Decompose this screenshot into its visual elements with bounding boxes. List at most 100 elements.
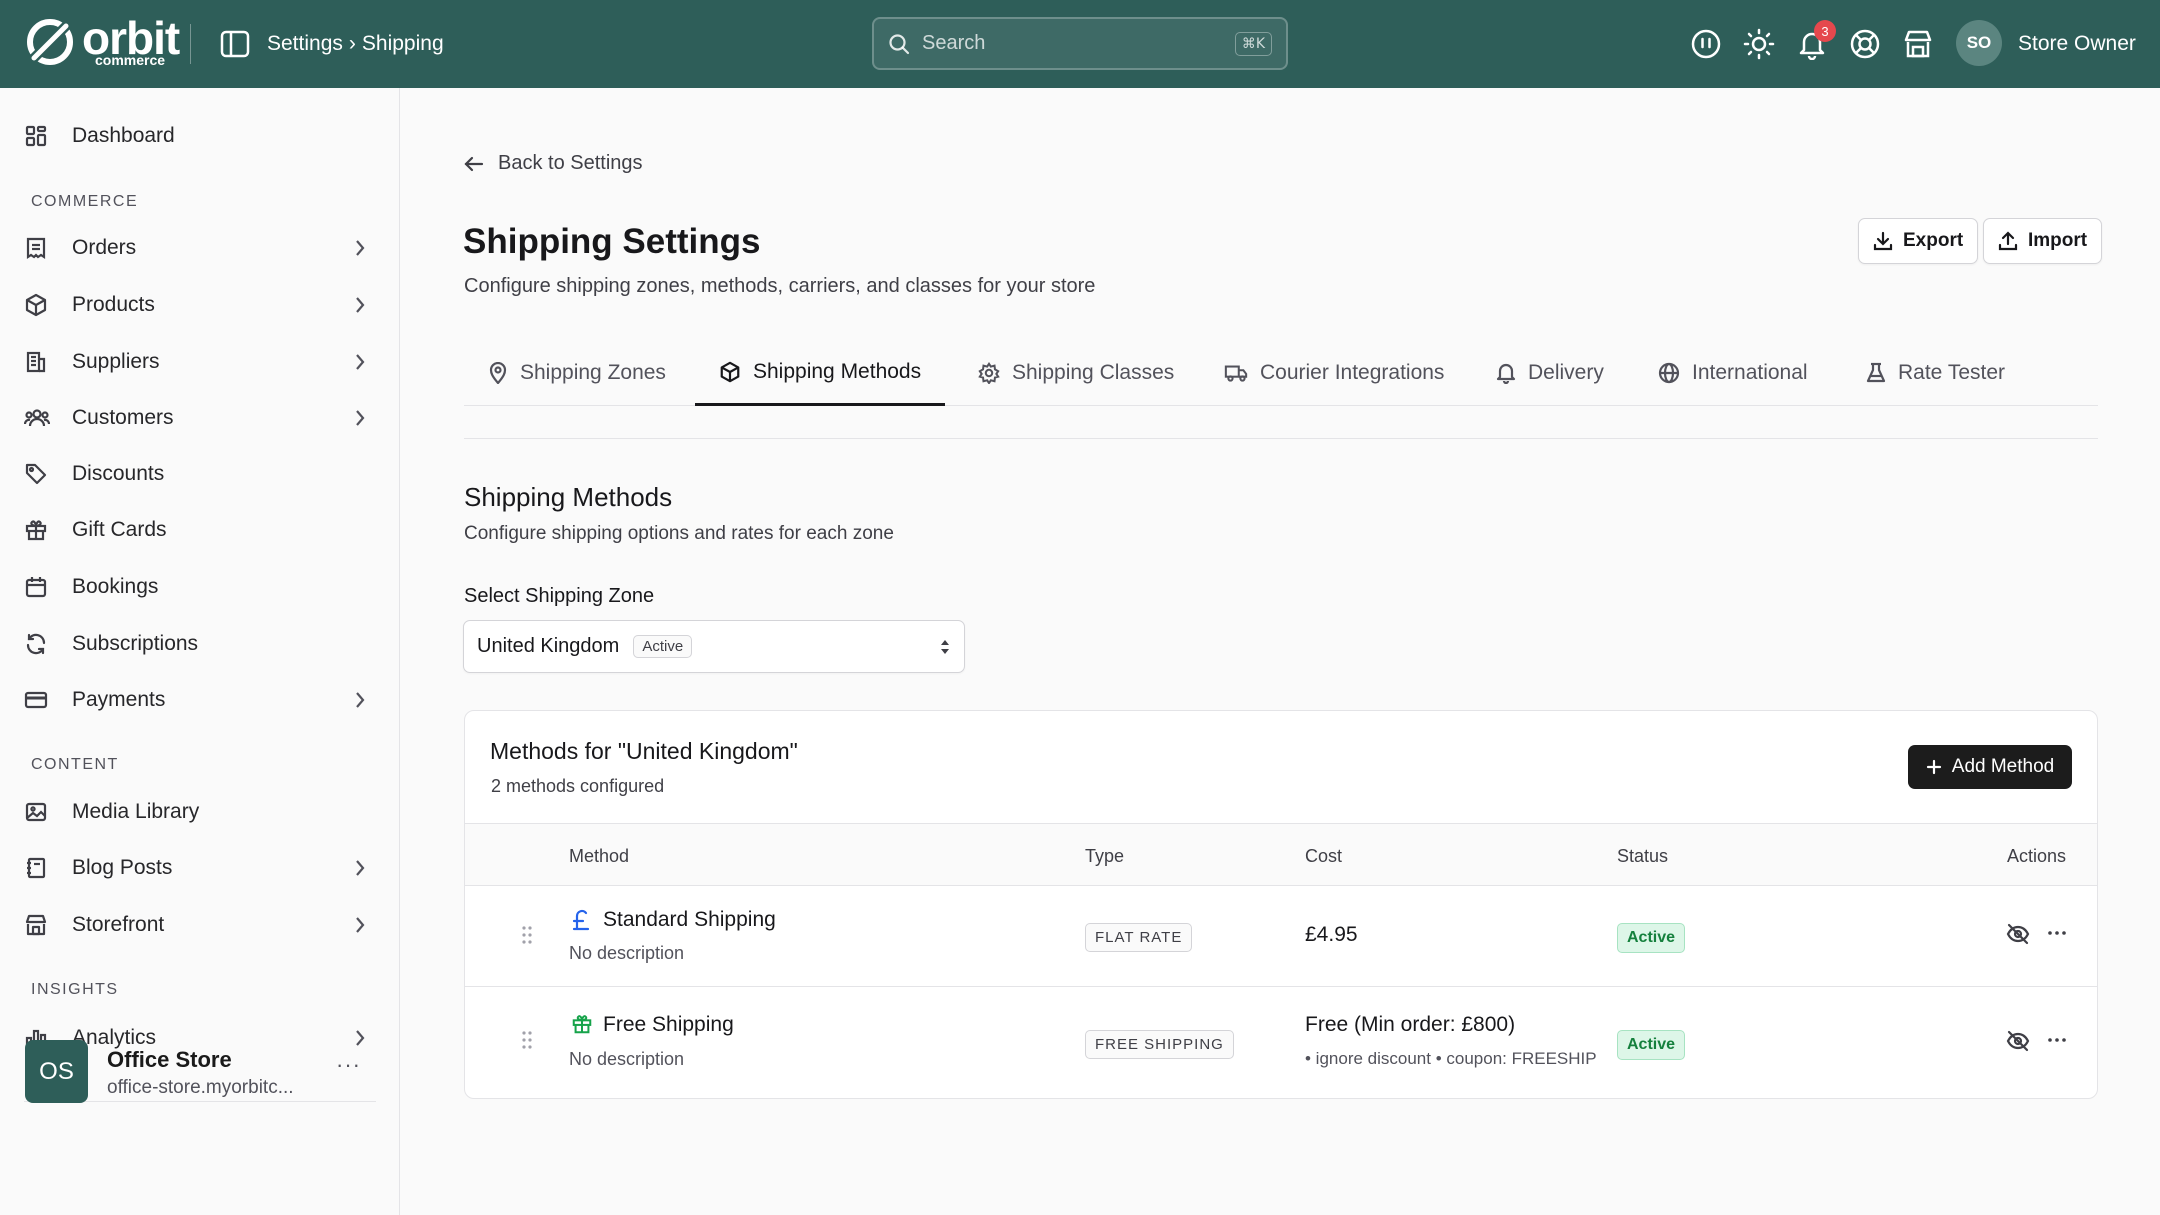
sidebar-item-label: Products (72, 293, 155, 316)
breadcrumb: Settings › Shipping (267, 32, 444, 56)
sidebar-item-blog-posts[interactable]: Blog Posts (24, 844, 376, 892)
sidebar-item-media-library[interactable]: Media Library (24, 788, 376, 836)
drag-handle-icon[interactable] (521, 1029, 533, 1051)
sidebar-item-label: Discounts (72, 462, 165, 485)
sidebar-item-gift-cards[interactable]: Gift Cards (24, 506, 376, 554)
gift-icon (571, 1013, 593, 1035)
theme-toggle-button[interactable] (1741, 26, 1777, 62)
method-cost: £4.95 (1305, 923, 1358, 946)
import-button[interactable]: Import (1983, 218, 2103, 264)
truck-icon (1224, 365, 1248, 382)
page-title: Shipping Settings (463, 222, 761, 261)
breadcrumb-shipping: Shipping (361, 32, 444, 55)
table-row[interactable]: Free Shipping No description FREE SHIPPI… (465, 987, 2097, 1098)
receipt-icon (24, 236, 64, 260)
sidebar-item-subscriptions[interactable]: Subscriptions (24, 620, 376, 668)
sidebar-item-dashboard[interactable]: Dashboard (24, 112, 376, 160)
gift-icon (24, 518, 64, 542)
tab-shipping-zones[interactable]: Shipping Zones (464, 340, 690, 406)
method-name[interactable]: Free Shipping (603, 1013, 734, 1037)
feedback-button[interactable] (1688, 26, 1724, 62)
search-input[interactable] (922, 32, 1235, 55)
zone-select[interactable]: United Kingdom Active (463, 620, 965, 673)
shipping-tabs: Shipping Zones Shipping Methods Shipping… (464, 340, 2098, 406)
eye-off-icon[interactable] (2006, 1030, 2030, 1052)
header-divider (190, 24, 191, 64)
method-type-badge: FLAT RATE (1085, 923, 1193, 952)
tab-label: Shipping Methods (753, 359, 922, 383)
plus-icon (1926, 759, 1941, 775)
tab-label: International (1692, 361, 1808, 384)
sidebar-item-discounts[interactable]: Discounts (24, 450, 376, 498)
tag-icon (24, 462, 64, 486)
import-label: Import (2028, 230, 2088, 251)
tab-shipping-methods[interactable]: Shipping Methods (695, 340, 946, 406)
gear-icon (978, 362, 1000, 384)
chevron-right-icon (354, 352, 366, 372)
pound-icon (571, 908, 591, 932)
chevron-right-icon (354, 1028, 366, 1048)
chevron-right-icon (354, 858, 366, 878)
search-box[interactable]: ⌘K (872, 17, 1288, 70)
tab-rate-tester[interactable]: Rate Tester (1842, 340, 2029, 406)
section-insights: INSIGHTS (31, 981, 119, 998)
tab-international[interactable]: International (1634, 340, 1832, 406)
building-icon (24, 350, 64, 374)
status-badge: Active (1617, 1030, 1686, 1060)
chevron-right-icon (354, 295, 366, 315)
drag-handle-icon[interactable] (521, 924, 533, 946)
users-icon (24, 406, 64, 430)
help-button[interactable] (1847, 26, 1883, 62)
store-menu-button[interactable]: ··· (336, 1052, 361, 1078)
breadcrumb-settings[interactable]: Settings (267, 32, 343, 56)
sidebar-item-label: Orders (72, 236, 137, 259)
user-name[interactable]: Store Owner (2018, 32, 2136, 56)
chevron-right-icon (354, 915, 366, 935)
sidebar-item-suppliers[interactable]: Suppliers (24, 338, 376, 386)
sidebar-item-bookings[interactable]: Bookings (24, 563, 376, 611)
more-actions-icon[interactable] (2047, 1029, 2067, 1051)
section-subtitle: Configure shipping options and rates for… (464, 523, 894, 544)
calendar-icon (24, 575, 64, 599)
store-name[interactable]: Office Store (107, 1047, 232, 1073)
zone-select-label: Select Shipping Zone (464, 585, 655, 607)
method-cost: Free (Min order: £800) (1305, 1013, 1516, 1036)
method-name[interactable]: Standard Shipping (603, 908, 776, 932)
more-actions-icon[interactable] (2047, 922, 2067, 944)
section-content: CONTENT (31, 756, 119, 773)
sidebar-item-customers[interactable]: Customers (24, 394, 376, 442)
add-method-button[interactable]: Add Method (1908, 745, 2072, 789)
dashboard-icon (24, 124, 64, 148)
methods-table-header: Method Type Cost Status Actions (465, 823, 2097, 886)
sidebar-item-orders[interactable]: Orders (24, 224, 376, 272)
sidebar-toggle-button[interactable] (220, 30, 250, 58)
tab-courier-integrations[interactable]: Courier Integrations (1200, 340, 1468, 406)
back-to-settings-link[interactable]: Back to Settings (464, 152, 643, 175)
image-icon (24, 800, 64, 824)
export-button[interactable]: Export (1858, 218, 1979, 264)
storefront-button[interactable] (1900, 26, 1936, 62)
sidebar-item-label: Gift Cards (72, 518, 167, 541)
methods-card-subtitle: 2 methods configured (491, 776, 665, 796)
sidebar-item-storefront[interactable]: Storefront (24, 901, 376, 949)
chevron-right-icon (354, 690, 366, 710)
user-avatar[interactable]: SO (1956, 20, 2002, 66)
sidebar-item-products[interactable]: Products (24, 281, 376, 329)
table-row[interactable]: Standard Shipping No description FLAT RA… (465, 886, 2097, 987)
method-type-badge: FREE SHIPPING (1085, 1030, 1234, 1059)
column-header-method: Method (569, 846, 630, 866)
page-subtitle: Configure shipping zones, methods, carri… (464, 275, 1096, 297)
map-pin-icon (489, 362, 507, 384)
column-header-type: Type (1085, 846, 1125, 866)
sidebar-item-payments[interactable]: Payments (24, 676, 376, 724)
eye-off-icon[interactable] (2006, 923, 2030, 945)
column-header-status: Status (1617, 846, 1669, 866)
tab-delivery[interactable]: Delivery (1472, 340, 1628, 406)
sun-icon (1743, 28, 1775, 60)
zone-select-value: United Kingdom (477, 635, 620, 657)
methods-card: Methods for "United Kingdom" 2 methods c… (464, 710, 2098, 1099)
store-avatar[interactable]: OS (25, 1040, 88, 1103)
tab-shipping-classes[interactable]: Shipping Classes (954, 340, 1198, 406)
sidebar-item-label: Bookings (72, 575, 159, 598)
arrow-left-icon (464, 156, 484, 171)
